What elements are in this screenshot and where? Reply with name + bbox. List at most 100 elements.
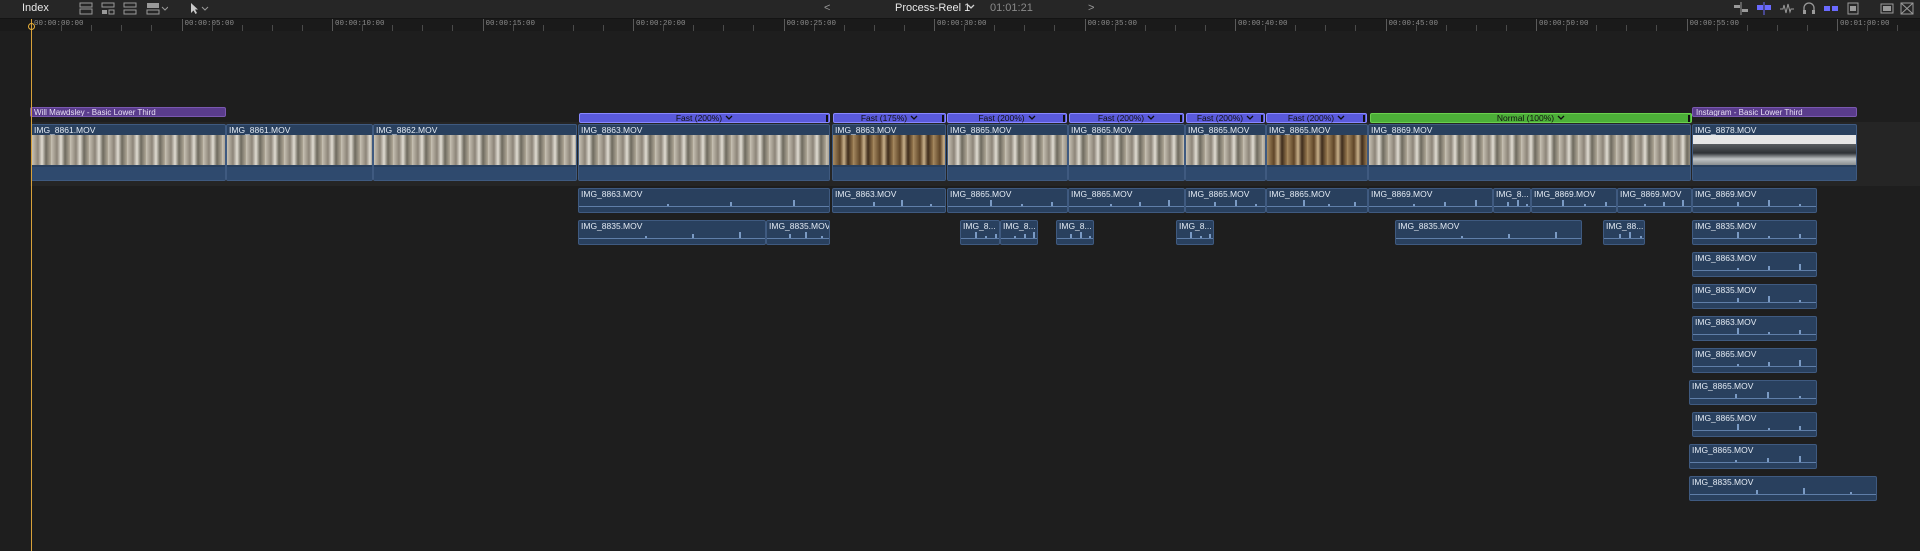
audio-clip[interactable]: IMG_8863.MOV: [1692, 252, 1817, 277]
video-clip[interactable]: IMG_8862.MOV: [373, 124, 577, 181]
chevron-down-icon[interactable]: [967, 3, 975, 16]
volume-line[interactable]: [1532, 206, 1616, 207]
audio-clip[interactable]: IMG_8863.MOV: [1692, 316, 1817, 341]
retime-speed-bar[interactable]: Fast (200%): [1069, 113, 1184, 123]
audio-clip[interactable]: IMG_8869.MOV: [1617, 188, 1692, 213]
retime-speed-bar[interactable]: Fast (200%): [1186, 113, 1265, 123]
volume-line[interactable]: [1618, 206, 1691, 207]
audio-clip[interactable]: IMG_8835.MOV: [578, 220, 766, 245]
video-clip[interactable]: IMG_8863.MOV: [832, 124, 946, 181]
audio-clip[interactable]: IMG_8865.MOV: [1692, 412, 1817, 437]
chevron-down-icon[interactable]: [1557, 114, 1565, 122]
retime-speed-bar[interactable]: Fast (175%): [833, 113, 946, 123]
video-clip[interactable]: IMG_8865.MOV: [947, 124, 1068, 181]
audio-clip[interactable]: IMG_8...: [1056, 220, 1094, 245]
audio-clip[interactable]: IMG_8865.MOV: [1689, 380, 1817, 405]
audio-clip[interactable]: IMG_8...: [1176, 220, 1214, 245]
chevron-down-icon[interactable]: [1246, 114, 1254, 122]
video-clip[interactable]: IMG_8865.MOV: [1068, 124, 1185, 181]
audio-clip[interactable]: IMG_8863.MOV: [832, 188, 946, 213]
volume-line[interactable]: [1177, 238, 1213, 239]
volume-line[interactable]: [948, 206, 1067, 207]
volume-line[interactable]: [1369, 206, 1492, 207]
timeline-index-icon[interactable]: [1880, 2, 1894, 15]
volume-line[interactable]: [833, 206, 945, 207]
volume-line[interactable]: [1604, 238, 1644, 239]
audio-clip[interactable]: IMG_8865.MOV: [1068, 188, 1185, 213]
audio-clip[interactable]: IMG_8869.MOV: [1368, 188, 1493, 213]
project-name[interactable]: Process-Reel 1: [895, 2, 970, 14]
retime-handle[interactable]: [1688, 115, 1690, 122]
volume-line[interactable]: [1693, 302, 1816, 303]
time-ruler[interactable]: 00:00:00:00 00:00:05:00 00:00:10:00 00:00:1…: [0, 19, 1920, 31]
title-clip[interactable]: Will Mawdsley - Basic Lower Third: [30, 107, 226, 117]
volume-line[interactable]: [1001, 238, 1037, 239]
volume-line[interactable]: [1693, 206, 1816, 207]
audio-clip[interactable]: IMG_8865.MOV: [1692, 348, 1817, 373]
audio-clip[interactable]: IMG_8...: [1000, 220, 1038, 245]
chevron-down-icon[interactable]: [725, 114, 733, 122]
audio-clip[interactable]: IMG_8865.MOV: [1185, 188, 1266, 213]
audio-clip[interactable]: IMG_8869.MOV: [1692, 188, 1817, 213]
retime-handle[interactable]: [1063, 115, 1065, 122]
volume-line[interactable]: [1690, 398, 1816, 399]
audio-clip[interactable]: IMG_8835.MOV: [766, 220, 830, 245]
audio-clip[interactable]: IMG_8865.MOV: [1689, 444, 1817, 469]
video-clip[interactable]: IMG_8878.MOV: [1692, 124, 1857, 181]
video-clip[interactable]: IMG_8861.MOV: [31, 124, 226, 181]
volume-line[interactable]: [1396, 238, 1581, 239]
chevron-down-icon[interactable]: [1337, 114, 1345, 122]
chevron-down-icon[interactable]: [910, 114, 918, 122]
index-button[interactable]: Index: [22, 2, 49, 14]
retime-speed-bar[interactable]: Fast (200%): [947, 113, 1067, 123]
volume-line[interactable]: [1267, 206, 1367, 207]
headphones-icon[interactable]: [1802, 2, 1816, 15]
audio-clip[interactable]: IMG_8835.MOV: [1689, 476, 1877, 501]
clip-appearance-icon[interactable]: [79, 2, 93, 15]
previous-project-button[interactable]: <: [824, 2, 830, 14]
retime-handle[interactable]: [1261, 115, 1263, 122]
volume-line[interactable]: [1069, 206, 1184, 207]
effects-browser-icon[interactable]: [1900, 2, 1914, 15]
retime-speed-bar[interactable]: Fast (200%): [579, 113, 830, 123]
volume-line[interactable]: [579, 238, 765, 239]
volume-line[interactable]: [1057, 238, 1093, 239]
snapping-icon[interactable]: [1733, 2, 1749, 15]
video-clip[interactable]: IMG_8863.MOV: [578, 124, 830, 181]
retime-handle[interactable]: [826, 115, 828, 122]
retime-handle[interactable]: [1363, 115, 1365, 122]
playhead-handle[interactable]: [28, 23, 35, 30]
volume-line[interactable]: [1693, 270, 1816, 271]
video-clip[interactable]: IMG_8865.MOV: [1266, 124, 1368, 181]
audio-clip[interactable]: IMG_8835.MOV: [1692, 220, 1817, 245]
skimming-icon[interactable]: [1756, 2, 1772, 15]
playhead[interactable]: [31, 19, 32, 551]
solo-icon[interactable]: [1823, 2, 1839, 15]
video-clip[interactable]: IMG_8865.MOV: [1185, 124, 1266, 181]
volume-line[interactable]: [1693, 238, 1816, 239]
audio-clip[interactable]: IMG_8863.MOV: [578, 188, 830, 213]
video-clip[interactable]: IMG_8869.MOV: [1368, 124, 1691, 181]
audio-clip[interactable]: IMG_8835.MOV: [1395, 220, 1582, 245]
volume-line[interactable]: [1693, 366, 1816, 367]
volume-line[interactable]: [1186, 206, 1265, 207]
connect-clip-icon[interactable]: [101, 2, 115, 15]
audio-clip[interactable]: IMG_8...: [1493, 188, 1531, 213]
audio-clip[interactable]: IMG_88...: [1603, 220, 1645, 245]
chevron-down-icon[interactable]: [1147, 114, 1155, 122]
audio-clip[interactable]: IMG_8865.MOV: [1266, 188, 1368, 213]
audio-clip[interactable]: IMG_8869.MOV: [1531, 188, 1617, 213]
retime-speed-bar[interactable]: Fast (200%): [1266, 113, 1367, 123]
clip-appearance-options-icon[interactable]: [1846, 2, 1860, 15]
retime-handle[interactable]: [942, 115, 944, 122]
insert-clip-icon[interactable]: [123, 2, 137, 15]
video-clip[interactable]: IMG_8861.MOV: [226, 124, 373, 181]
volume-line[interactable]: [1690, 462, 1816, 463]
audio-skimming-icon[interactable]: [1779, 2, 1795, 15]
audio-clip[interactable]: IMG_8...: [960, 220, 1000, 245]
title-clip[interactable]: Instagram - Basic Lower Third: [1692, 107, 1857, 117]
volume-line[interactable]: [579, 206, 829, 207]
volume-line[interactable]: [1693, 430, 1816, 431]
volume-line[interactable]: [1494, 206, 1530, 207]
overwrite-clip-icon[interactable]: [146, 2, 168, 15]
